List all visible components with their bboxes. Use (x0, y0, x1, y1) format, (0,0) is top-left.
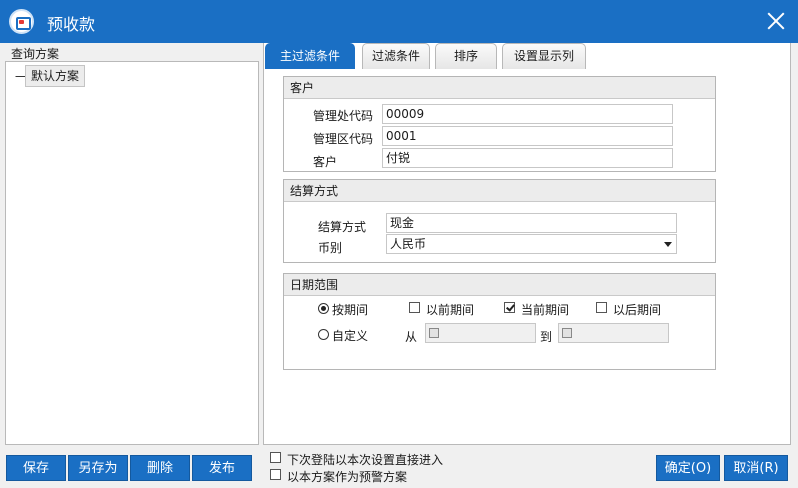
date-range-group: 日期范围 (283, 273, 716, 370)
direct-enter-checkbox[interactable] (270, 452, 281, 463)
ok-button[interactable]: 确定(O) (656, 455, 720, 481)
office-code-input[interactable]: 00009 (382, 104, 673, 124)
district-code-label: 管理区代码 (313, 132, 374, 146)
district-code-input[interactable]: 0001 (382, 126, 673, 146)
currency-select[interactable]: 人民币 (386, 234, 677, 254)
tab-sort[interactable]: 排序 (435, 43, 497, 69)
close-icon[interactable] (764, 9, 788, 33)
customer-label: 客户 (313, 155, 338, 169)
calendar-icon[interactable] (429, 328, 439, 338)
scheme-tree[interactable]: 一 默认方案 (5, 61, 259, 445)
date-range-group-header: 日期范围 (284, 274, 715, 296)
query-scheme-label: 查询方案 (11, 47, 60, 61)
by-period-radio[interactable] (318, 303, 329, 314)
tree-item-default-scheme[interactable]: 默认方案 (25, 65, 86, 87)
currency-value: 人民币 (390, 237, 427, 251)
later-period-checkbox[interactable] (596, 302, 607, 313)
to-label: 到 (540, 330, 553, 344)
publish-button[interactable]: 发布 (192, 455, 252, 481)
custom-label: 自定义 (332, 329, 369, 343)
office-code-label: 管理处代码 (313, 109, 374, 123)
current-period-checkbox[interactable] (504, 302, 515, 313)
cancel-button[interactable]: 取消(R) (724, 455, 788, 481)
save-button[interactable]: 保存 (6, 455, 66, 481)
tab-main-filter[interactable]: 主过滤条件 (265, 43, 355, 69)
prev-period-label: 以前期间 (426, 303, 475, 317)
currency-label: 币别 (318, 241, 343, 255)
save-as-button[interactable]: 另存为 (68, 455, 128, 481)
by-period-label: 按期间 (332, 303, 369, 317)
calendar-icon[interactable] (562, 328, 572, 338)
prev-period-checkbox[interactable] (409, 302, 420, 313)
app-logo-icon (9, 9, 34, 34)
from-date-input[interactable] (425, 323, 536, 343)
customer-input[interactable]: 付锐 (382, 148, 673, 168)
settlement-method-label: 结算方式 (318, 220, 367, 234)
title-bar: 预收款 (0, 0, 798, 43)
warning-scheme-checkbox[interactable] (270, 469, 281, 480)
settlement-method-input[interactable]: 现金 (386, 213, 677, 233)
to-date-input[interactable] (558, 323, 669, 343)
later-period-label: 以后期间 (613, 303, 662, 317)
tab-display-columns[interactable]: 设置显示列 (502, 43, 586, 69)
direct-enter-label: 下次登陆以本次设置直接进入 (287, 453, 444, 467)
chevron-down-icon[interactable] (664, 242, 672, 247)
delete-button[interactable]: 删除 (130, 455, 190, 481)
settlement-group-header: 结算方式 (284, 180, 715, 202)
current-period-label: 当前期间 (521, 303, 570, 317)
window-title: 预收款 (47, 15, 96, 34)
customer-group-header: 客户 (284, 77, 715, 99)
tab-filter-conditions[interactable]: 过滤条件 (362, 43, 430, 69)
custom-radio[interactable] (318, 329, 329, 340)
warning-scheme-label: 以本方案作为预警方案 (287, 470, 408, 484)
from-label: 从 (405, 330, 418, 344)
